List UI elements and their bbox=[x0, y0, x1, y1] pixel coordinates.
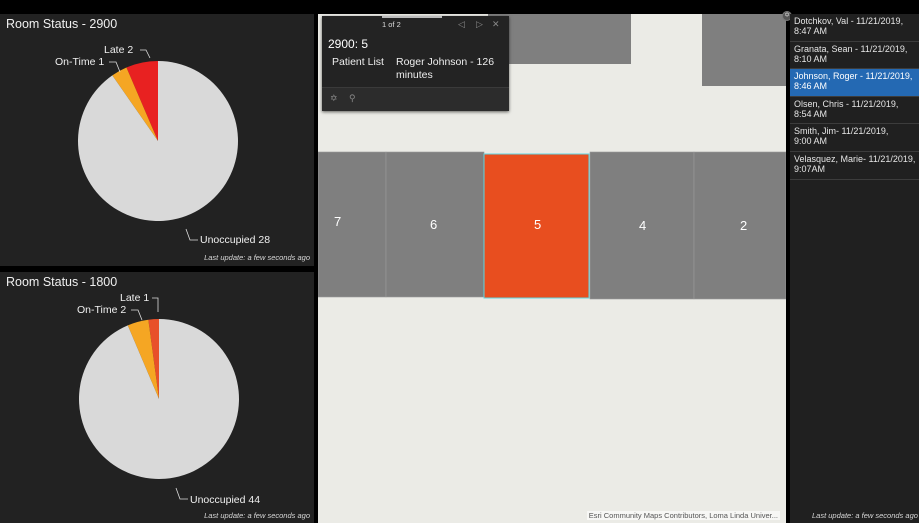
popup-footer: ✡ ⚲ bbox=[322, 87, 509, 111]
slice-label-unoccupied: Unoccupied 28 bbox=[200, 234, 270, 246]
list-item[interactable]: Granata, Sean - 11/21/2019, 8:10 AM bbox=[790, 42, 919, 70]
list-item-line1: Dotchkov, Val - 11/21/2019, bbox=[794, 16, 904, 26]
list-item-line1: Smith, Jim- 11/21/2019, bbox=[794, 126, 889, 137]
leader-line-ontime bbox=[131, 309, 143, 321]
patient-list: Dotchkov, Val - 11/21/2019, 8:47 AM Granat… bbox=[790, 14, 919, 180]
slice-label-late: Late 2 bbox=[104, 44, 133, 56]
room-label-2: 2 bbox=[740, 218, 747, 233]
popup-field-label: Patient List bbox=[332, 56, 384, 68]
pie-slice-unoccupied[interactable] bbox=[78, 319, 239, 479]
slice-label-late: Late 1 bbox=[120, 292, 149, 304]
zoom-to-icon[interactable]: ⚲ bbox=[349, 93, 356, 104]
leader-line-late bbox=[152, 297, 159, 312]
room-7[interactable] bbox=[318, 151, 387, 298]
room-label-6: 6 bbox=[430, 217, 437, 232]
upper-building-block bbox=[702, 14, 786, 86]
list-item-line2: 8:10 AM bbox=[794, 53, 828, 64]
list-item[interactable]: Smith, Jim- 11/21/2019, 9:00 AM bbox=[790, 124, 919, 152]
patient-list-panel: Dotchkov, Val - 11/21/2019, 8:47 AM Granat… bbox=[790, 14, 919, 523]
room-label-4: 4 bbox=[639, 218, 646, 233]
list-item-line2: 8:54 AM bbox=[794, 108, 828, 119]
list-item-line2: 9:07AM bbox=[794, 163, 826, 174]
move-icon[interactable]: ✡ bbox=[330, 93, 338, 104]
list-item[interactable]: Johnson, Roger - 11/21/2019, 8:46 AM bbox=[790, 69, 919, 97]
last-update-text: Last update: a few seconds ago bbox=[812, 511, 918, 520]
room-status-1800-panel: Room Status - 1800 Late 1 On-Time 2 Unoc… bbox=[0, 272, 314, 523]
list-item-line1: Johnson, Roger - 11/21/2019, bbox=[794, 71, 913, 82]
close-icon[interactable]: ✕ bbox=[492, 19, 500, 30]
popup-pager-bar bbox=[382, 16, 442, 18]
room-status-1800-pie-chart: Late 1 On-Time 2 Unoccupied 44 bbox=[77, 292, 260, 506]
leader-line-unoccupied bbox=[175, 487, 188, 500]
room-label-7: 7 bbox=[334, 214, 341, 229]
list-item[interactable]: Dotchkov, Val - 11/21/2019, 8:47 AM bbox=[790, 14, 919, 42]
prev-icon[interactable]: ◁ bbox=[458, 19, 465, 30]
room-status-2900-pie-chart: Late 2 On-Time 1 Unoccupied 28 bbox=[55, 44, 270, 246]
map-attribution[interactable]: Esri Community Maps Contributors, Loma L… bbox=[586, 511, 780, 520]
popup-pager: 1 of 2 bbox=[382, 20, 401, 29]
list-item-line2: 8:47 AM bbox=[794, 26, 828, 36]
last-update-text: Last update: a few seconds ago bbox=[204, 253, 310, 262]
popup-header: 1 of 2 ◁ ▷ ✕ bbox=[322, 16, 509, 33]
popup-title: 2900: 5 bbox=[328, 37, 369, 51]
room-label-5: 5 bbox=[534, 217, 541, 232]
leader-line-ontime bbox=[109, 61, 121, 73]
list-item[interactable]: Velasquez, Marie- 11/21/2019, 9:07AM bbox=[790, 152, 919, 180]
list-item-line1: Granata, Sean - 11/21/2019, bbox=[794, 43, 908, 54]
list-item-line1: Velasquez, Marie- 11/21/2019, bbox=[794, 153, 916, 164]
map-popup: 1 of 2 ◁ ▷ ✕ 2900: 5 Patient List Roger … bbox=[322, 16, 509, 111]
leader-line-unoccupied bbox=[185, 228, 198, 241]
slice-label-ontime: On-Time 2 bbox=[77, 304, 126, 316]
list-item[interactable]: Olsen, Chris - 11/21/2019, 8:54 AM bbox=[790, 97, 919, 125]
list-item-line2: 9:00 AM bbox=[794, 136, 828, 147]
list-item-line1: Olsen, Chris - 11/21/2019, bbox=[794, 98, 899, 109]
list-item-line2: 8:46 AM bbox=[794, 81, 828, 92]
slice-label-ontime: On-Time 1 bbox=[55, 56, 104, 68]
popup-field-value: Roger Johnson - 126 minutes bbox=[396, 56, 495, 81]
last-update-text: Last update: a few seconds ago bbox=[204, 511, 310, 520]
slice-label-unoccupied: Unoccupied 44 bbox=[190, 494, 260, 506]
pie-slice-unoccupied[interactable] bbox=[77, 61, 238, 222]
room-status-2900-panel: Room Status - 2900 Late 2 On-Time 1 Unoc… bbox=[0, 14, 314, 266]
upper-building-block bbox=[488, 14, 631, 64]
next-icon[interactable]: ▷ bbox=[476, 19, 483, 30]
leader-line-late bbox=[140, 49, 151, 59]
